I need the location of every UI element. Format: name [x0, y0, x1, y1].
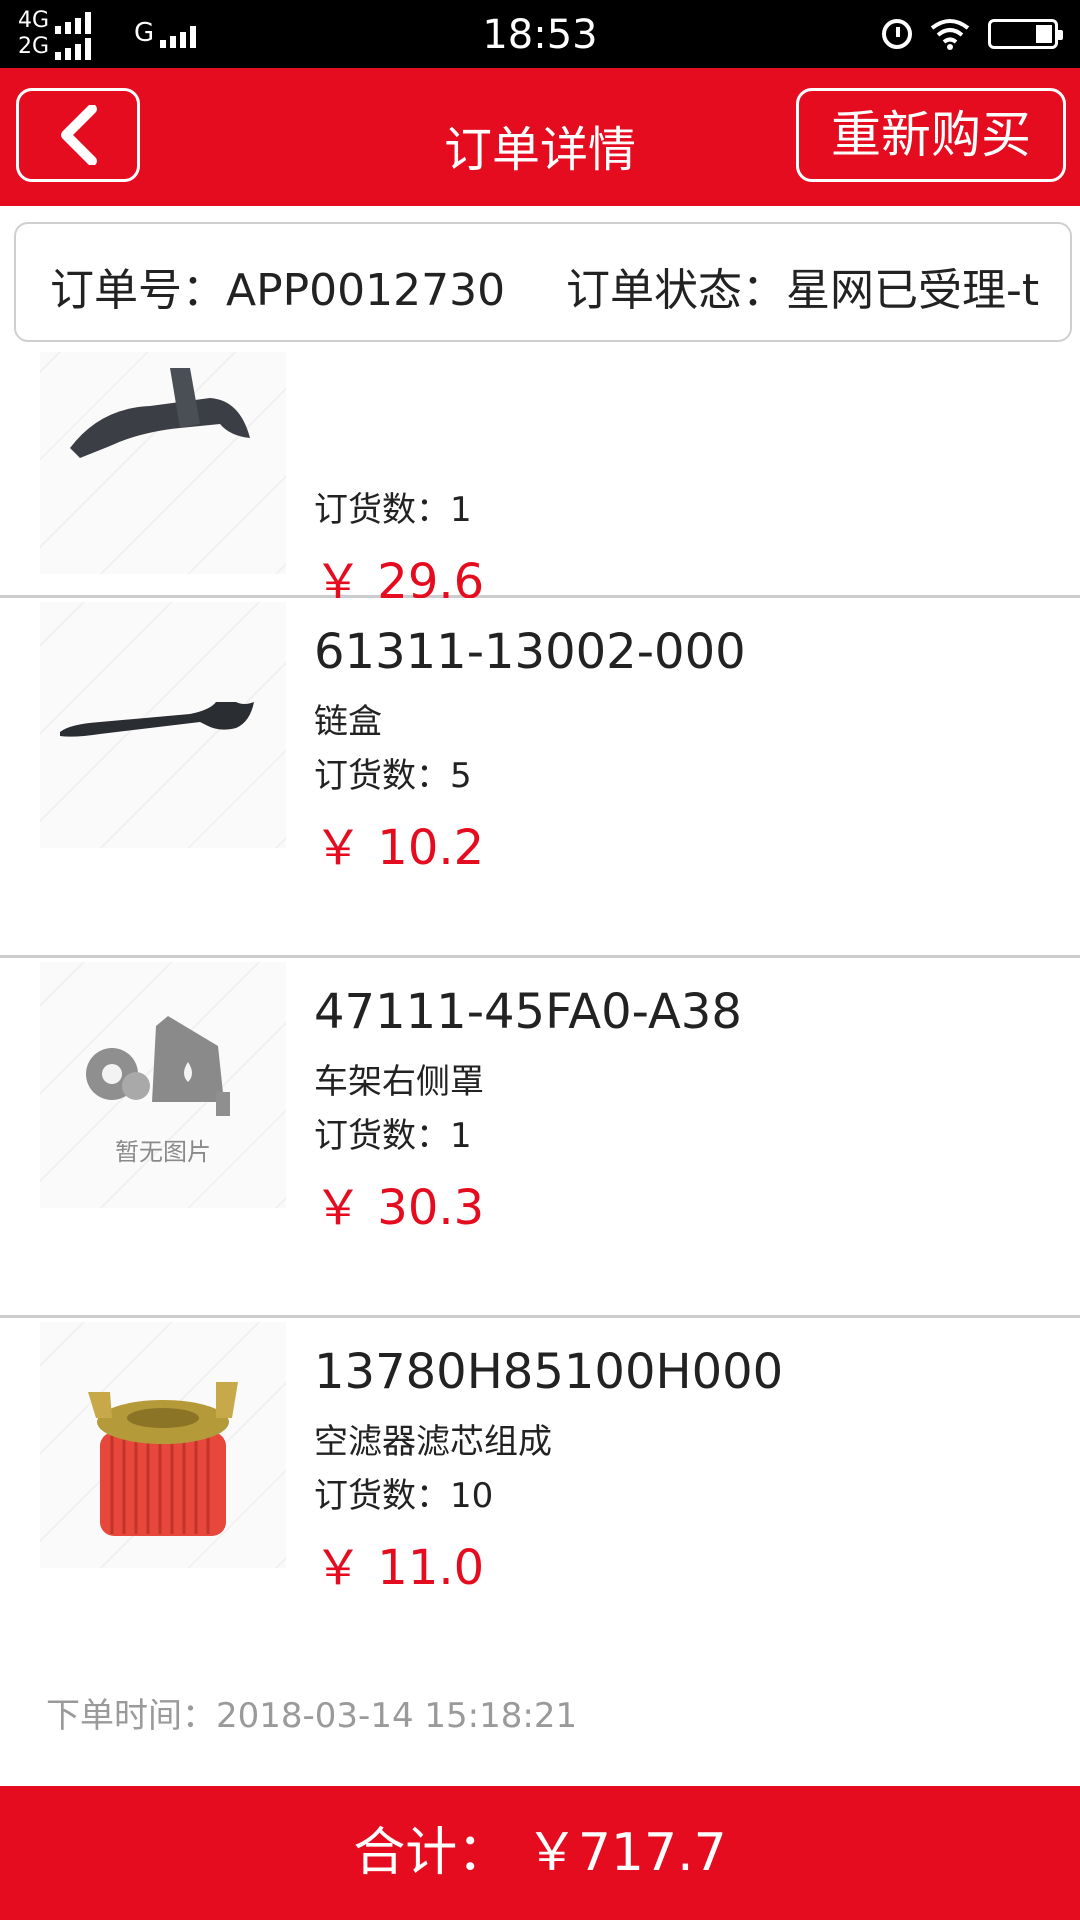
product-image — [40, 1322, 286, 1568]
list-item[interactable]: 订货数：1 ￥ 29.6 — [0, 352, 1080, 610]
part-name: 空滤器滤芯组成 — [314, 1422, 552, 1462]
quantity-value: 5 — [450, 756, 472, 796]
order-status-value: 星网已受理-t — [786, 265, 1040, 316]
no-image-placeholder-icon — [86, 1016, 230, 1116]
quantity-value: 10 — [450, 1476, 494, 1516]
item-price: ￥ 30.3 — [314, 1168, 484, 1238]
part-number: 47111-45FA0-A38 — [314, 984, 742, 1040]
order-status: 订单状态：星网已受理-t — [566, 254, 1056, 318]
wifi-icon — [930, 18, 970, 50]
product-image — [40, 352, 286, 574]
quantity-value: 1 — [450, 1116, 472, 1156]
quantity-label: 订货数： — [314, 1476, 450, 1516]
total-currency: ￥ — [525, 1823, 578, 1883]
order-number: 订单号：APP0012730 — [50, 254, 505, 318]
order-time-value: 2018-03-14 15:18:21 — [216, 1696, 578, 1736]
part-number: 13780H85100H000 — [314, 1344, 784, 1400]
cover-part-image — [70, 368, 250, 458]
currency-symbol: ￥ — [314, 1540, 363, 1596]
price-value: 10.2 — [377, 820, 485, 876]
battery-icon — [988, 19, 1063, 49]
quantity-label: 订货数： — [314, 1116, 450, 1156]
order-time-label: 下单时间： — [46, 1696, 216, 1736]
currency-symbol: ￥ — [314, 820, 363, 876]
list-item[interactable]: 61311-13002-000 链盒 订货数：5 ￥ 10.2 — [0, 598, 1080, 958]
order-number-label: 订单号： — [50, 265, 226, 316]
order-quantity: 订货数：10 — [314, 1468, 493, 1517]
order-status-label: 订单状态： — [566, 265, 786, 316]
status-bar: 4G 2G G 18:53 — [0, 0, 1080, 68]
quantity-value: 1 — [450, 490, 472, 530]
quantity-label: 订货数： — [314, 490, 450, 530]
currency-symbol: ￥ — [314, 1180, 363, 1236]
product-image — [40, 602, 286, 848]
total-label: 合计： — [353, 1823, 510, 1883]
list-item[interactable]: 暂无图片 47111-45FA0-A38 车架右侧罩 订货数：1 ￥ 30.3 — [0, 958, 1080, 1318]
total-bar: 合计： ￥717.7 — [0, 1786, 1080, 1920]
rebuy-button[interactable]: 重新购买 — [796, 88, 1066, 182]
item-price: ￥ 10.2 — [314, 808, 484, 878]
chain-case-image — [60, 702, 254, 737]
order-info-card: 订单号：APP0012730 订单状态：星网已受理-t — [14, 222, 1072, 342]
price-value: 11.0 — [377, 1540, 485, 1596]
part-number: 61311-13002-000 — [314, 624, 746, 680]
status-icons — [882, 16, 1063, 52]
part-name: 链盒 — [314, 702, 382, 742]
list-item[interactable]: 13780H85100H000 空滤器滤芯组成 订货数：10 ￥ 11.0 — [0, 1318, 1080, 1666]
order-time: 下单时间：2018-03-14 15:18:21 — [46, 1688, 577, 1737]
price-value: 30.3 — [377, 1180, 485, 1236]
no-image-text: 暂无图片 — [115, 1138, 211, 1166]
item-price: ￥ 11.0 — [314, 1528, 484, 1598]
product-image — [40, 962, 286, 1208]
order-quantity: 订货数：1 — [314, 1108, 472, 1157]
quantity-label: 订货数： — [314, 756, 450, 796]
app-header: 订单详情 重新购买 — [0, 68, 1080, 206]
air-filter-image — [88, 1382, 238, 1536]
order-quantity: 订货数：1 — [314, 482, 472, 531]
order-quantity: 订货数：5 — [314, 748, 472, 797]
back-button[interactable] — [16, 88, 140, 182]
chevron-left-icon — [61, 105, 97, 165]
alarm-icon — [882, 19, 912, 49]
part-name: 车架右侧罩 — [314, 1062, 484, 1102]
order-number-value: APP0012730 — [226, 265, 506, 316]
total-amount: 717.7 — [577, 1823, 727, 1883]
order-item-list[interactable]: 订货数：1 ￥ 29.6 61311-13002-000 链盒 订货数：5 ￥ … — [0, 352, 1080, 1666]
